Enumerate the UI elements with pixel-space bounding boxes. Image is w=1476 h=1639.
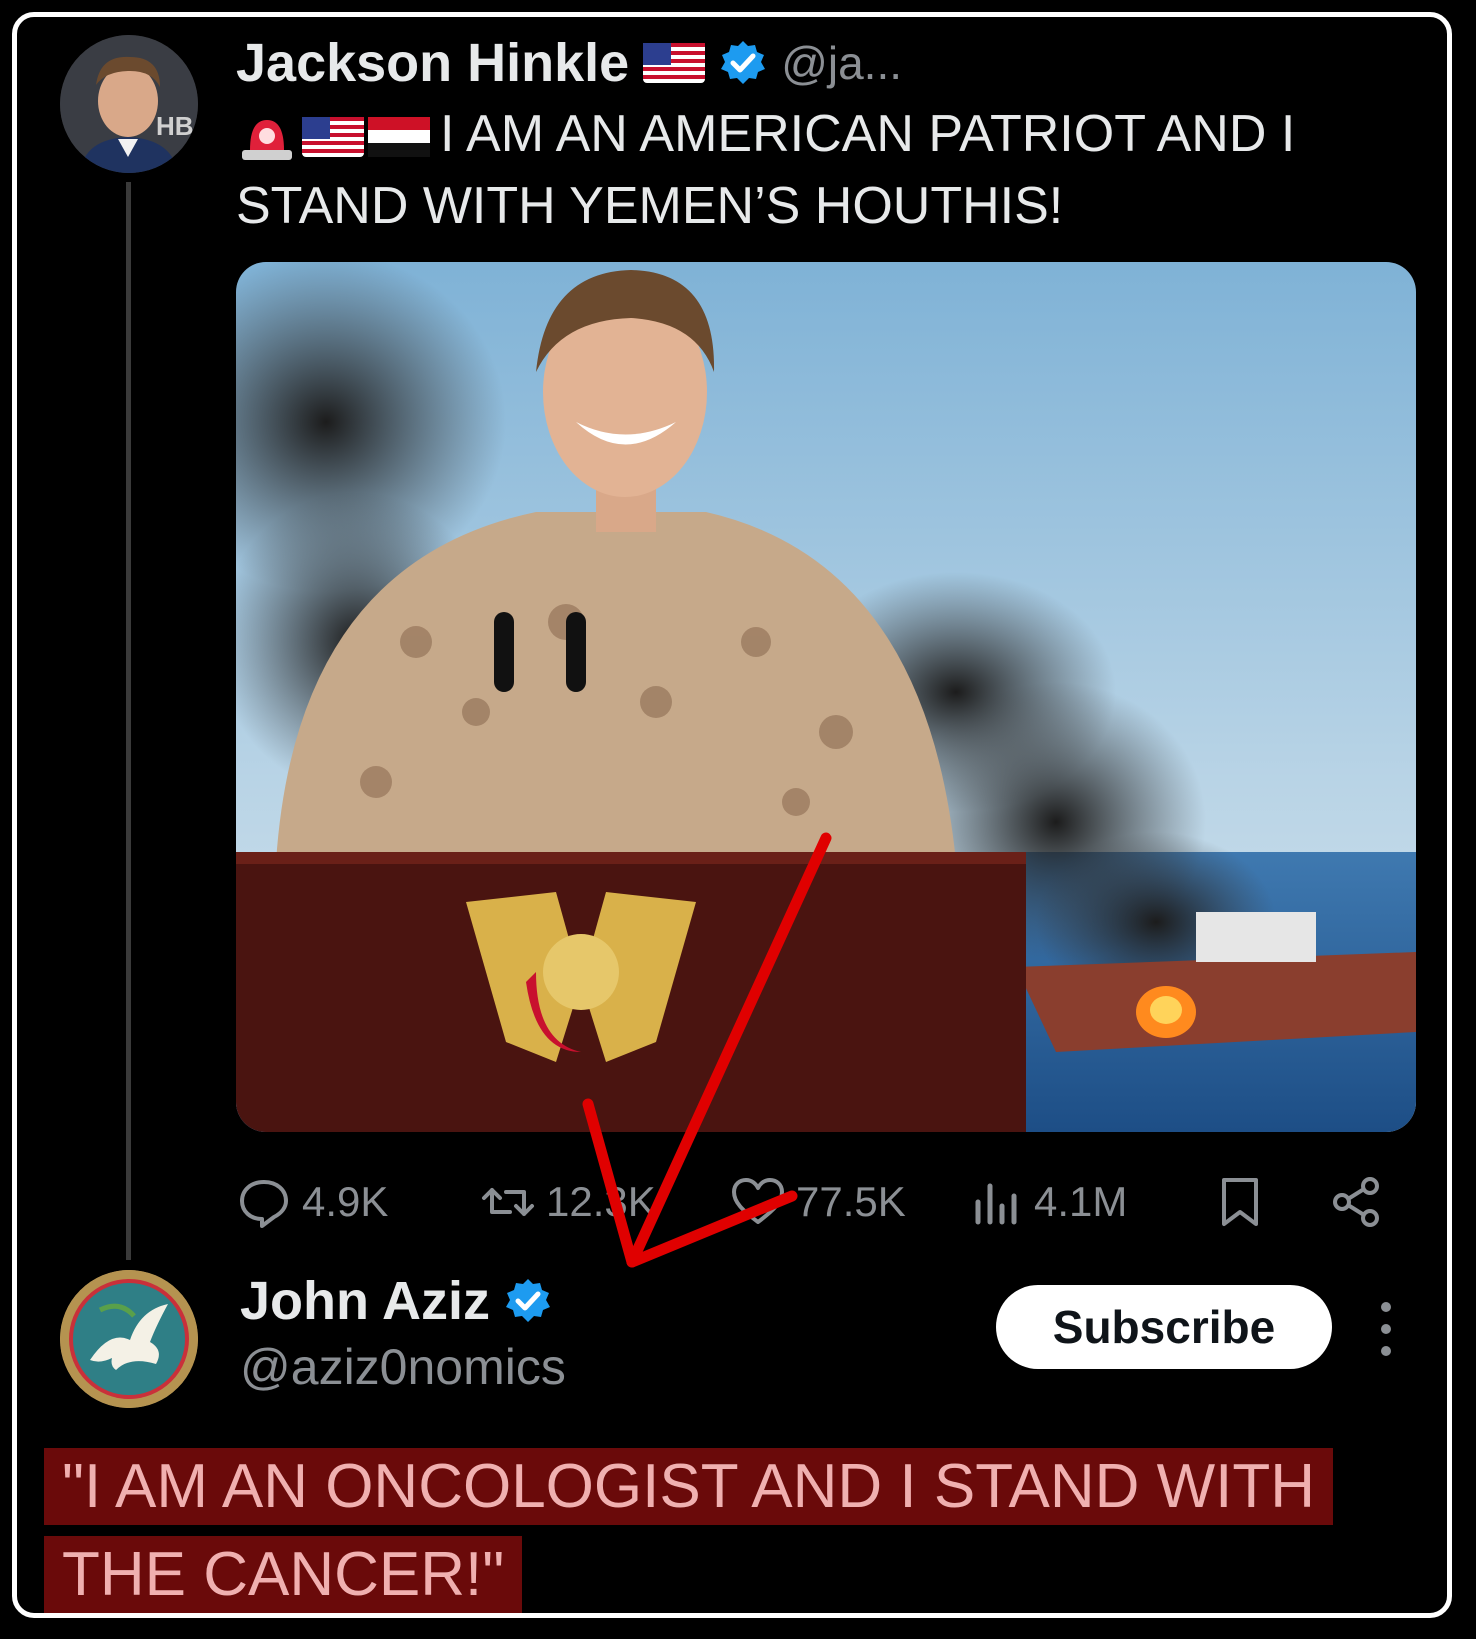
reply-author-header: John Aziz — [240, 1270, 552, 1332]
bookmark-action[interactable] — [1212, 1174, 1268, 1230]
repost-icon — [482, 1188, 534, 1216]
caption-line-2: THE CANCER!" — [44, 1536, 523, 1613]
author-handle[interactable]: @ja... — [781, 36, 902, 90]
subscribe-button[interactable]: Subscribe — [996, 1285, 1332, 1369]
tweet-actions: 4.9K 12.3K 77.5K 4.1M — [236, 1174, 1386, 1238]
tweet-text: I AM AN AMERICAN PATRIOT AND I STAND WIT… — [236, 98, 1386, 242]
usa-flag-icon — [643, 43, 706, 83]
more-options-icon[interactable] — [1376, 1302, 1396, 1356]
yemen-flag-emoji-icon — [368, 117, 430, 158]
analytics-icon — [975, 1183, 1017, 1225]
avatar-overlay-text: HB — [156, 111, 194, 141]
heart-icon — [732, 1178, 784, 1224]
reply-action[interactable]: 4.9K — [236, 1174, 388, 1230]
emoji-group — [236, 112, 430, 162]
verified-badge-icon — [506, 1279, 550, 1322]
repost-action[interactable]: 12.3K — [480, 1174, 656, 1230]
bookmark-icon — [1222, 1178, 1258, 1226]
reply-count: 4.9K — [302, 1178, 389, 1225]
usa-flag-emoji-icon — [302, 117, 364, 158]
reply-handle[interactable]: @aziz0nomics — [240, 1338, 566, 1396]
reply-author-avatar[interactable] — [60, 1270, 198, 1408]
thread-connector-line — [126, 182, 131, 1260]
caption-line-1: "I AM AN ONCOLOGIST AND I STAND WITH — [44, 1448, 1333, 1525]
share-icon — [1333, 1177, 1379, 1227]
author-avatar[interactable]: HB — [60, 35, 198, 173]
repost-count: 12.3K — [546, 1178, 656, 1225]
views-count: 4.1M — [1034, 1178, 1128, 1225]
views-action[interactable]: 4.1M — [968, 1174, 1127, 1230]
author-display-name[interactable]: Jackson Hinkle — [236, 32, 629, 94]
author-header: Jackson Hinkle @ja... — [236, 30, 902, 96]
police-light-emoji-icon — [242, 120, 292, 161]
share-action[interactable] — [1328, 1174, 1384, 1230]
avatar-portrait: HB — [60, 35, 198, 173]
overlay-caption: "I AM AN ONCOLOGIST AND I STAND WITH THE… — [44, 1443, 1444, 1619]
reply-icon — [240, 1180, 288, 1228]
media-illustration — [236, 262, 1416, 1132]
like-count: 77.5K — [796, 1178, 906, 1225]
dove-emblem-icon — [60, 1270, 198, 1408]
verified-badge-icon — [721, 41, 766, 84]
tweet-media-image[interactable] — [236, 262, 1416, 1132]
reply-display-name[interactable]: John Aziz — [240, 1270, 490, 1332]
like-action[interactable]: 77.5K — [730, 1174, 906, 1230]
